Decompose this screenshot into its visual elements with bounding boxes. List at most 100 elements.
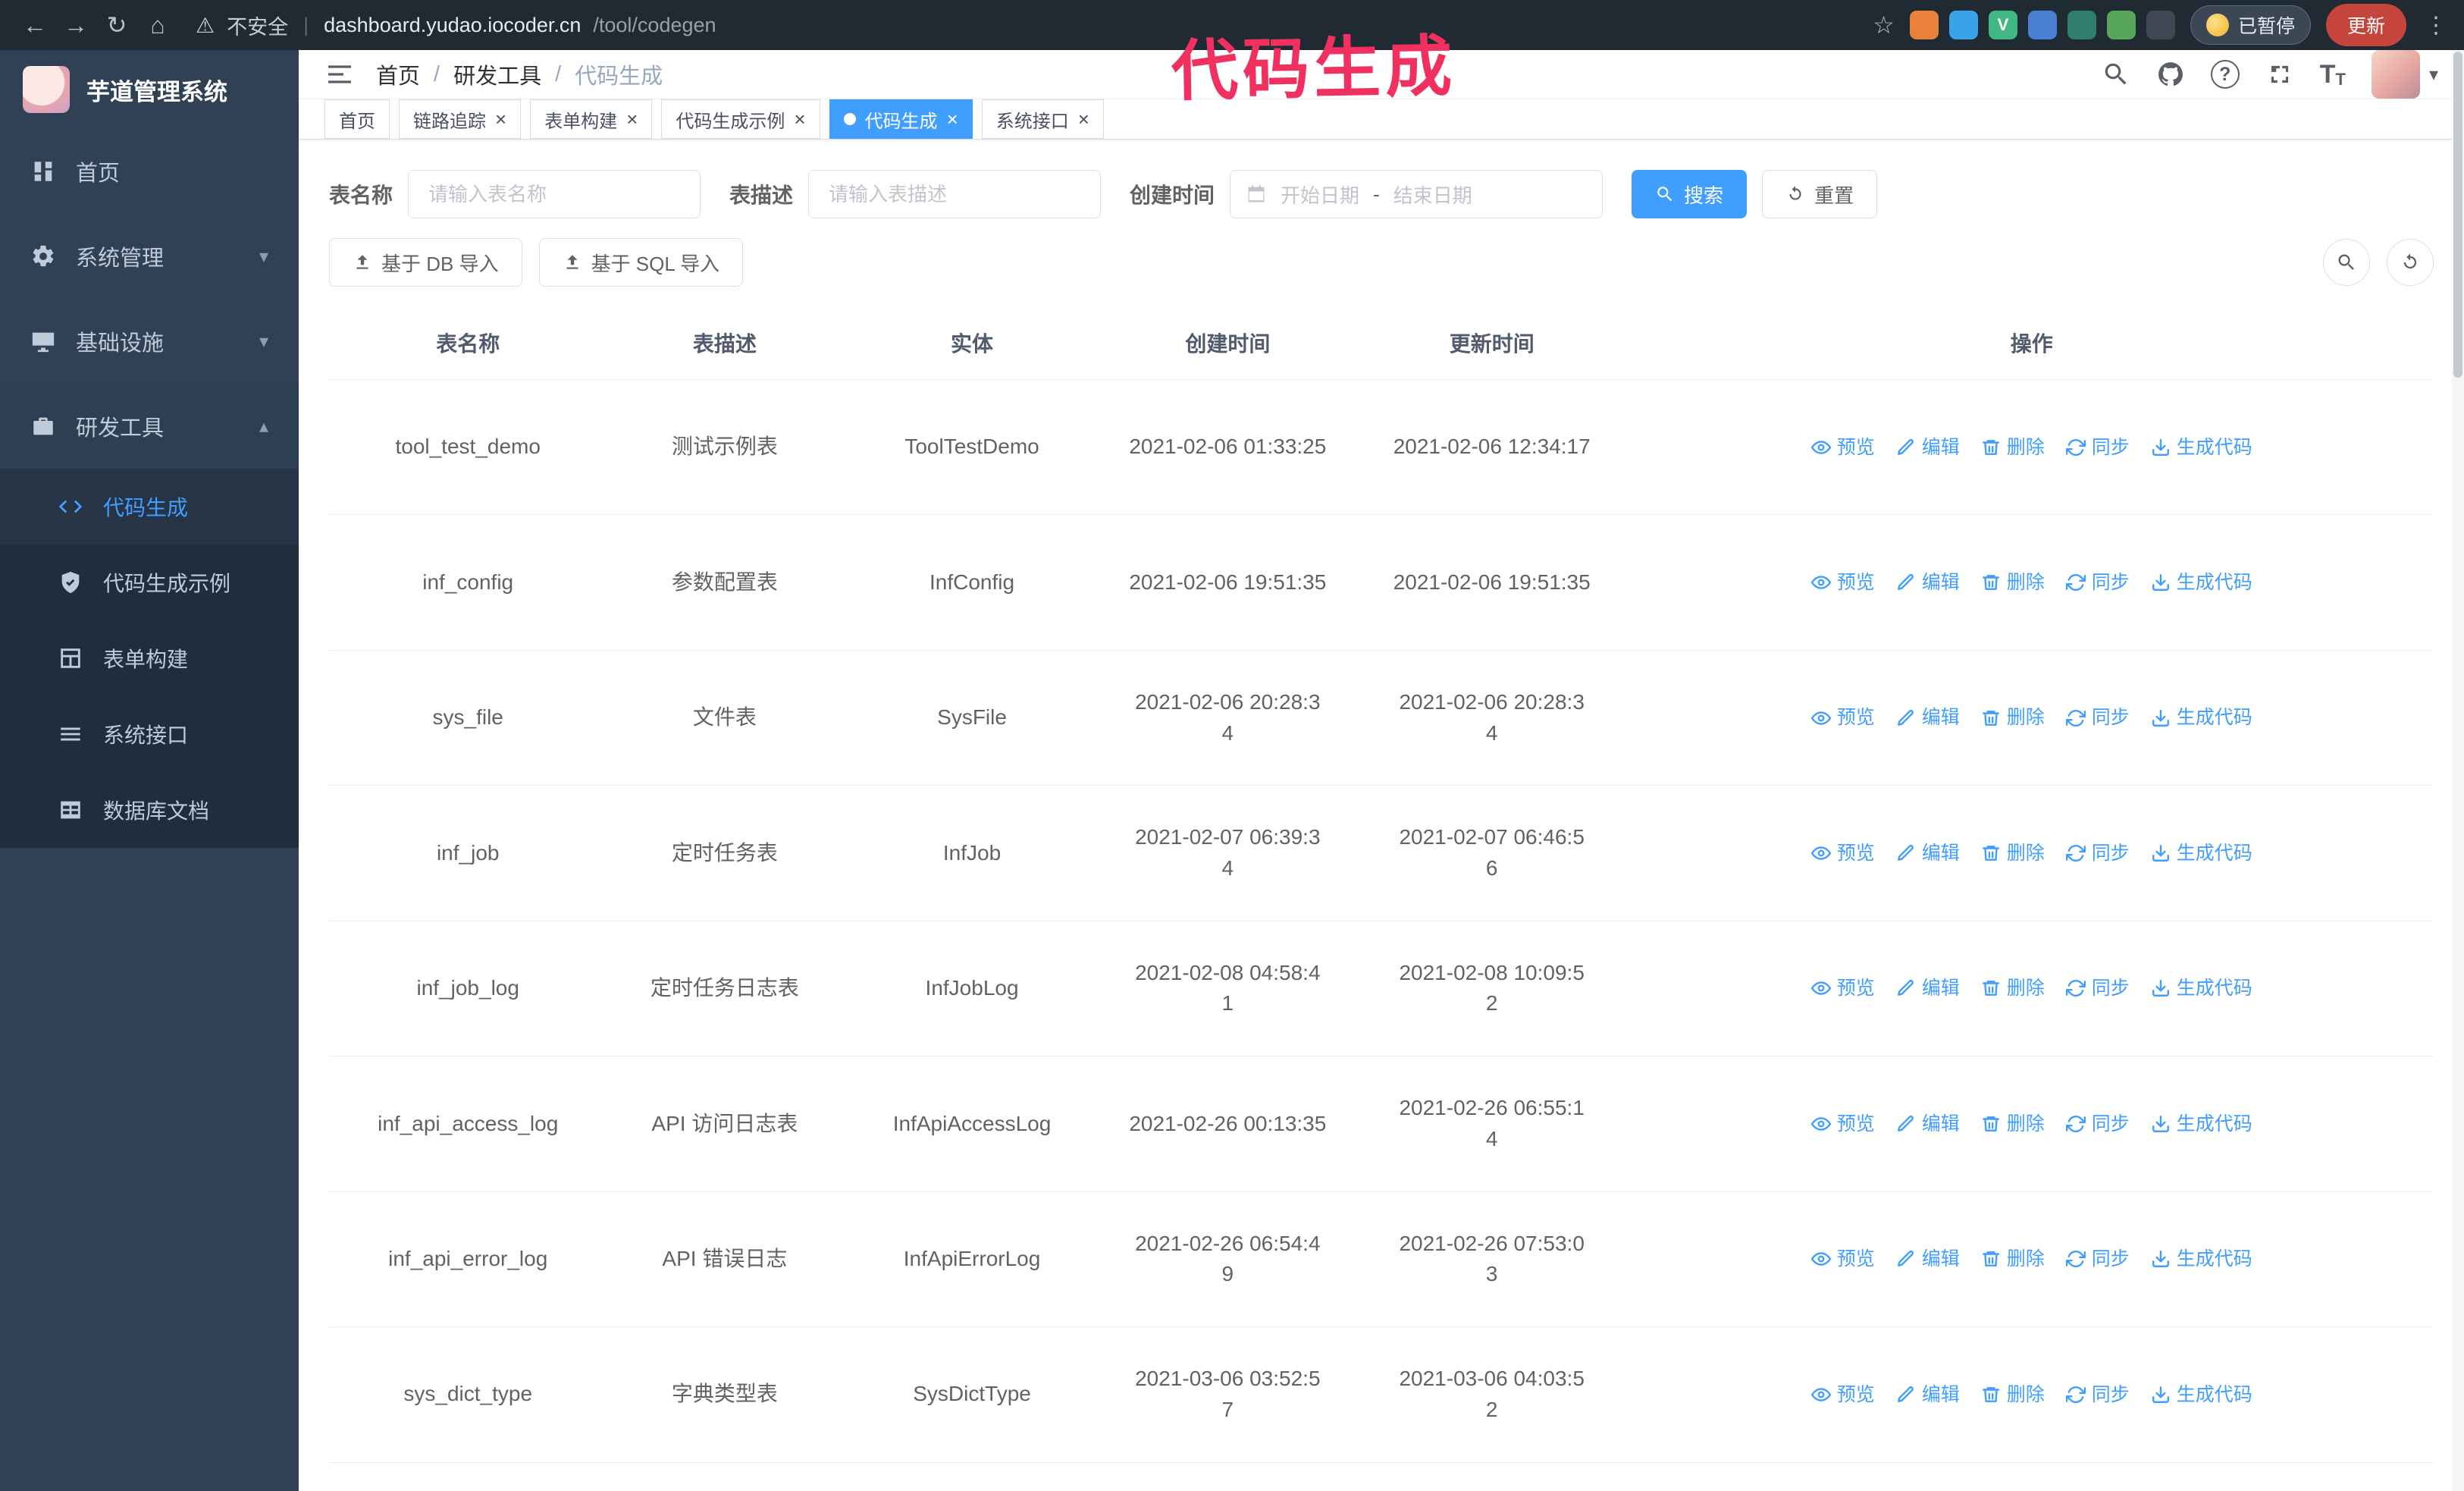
- hamburger-icon[interactable]: [324, 59, 355, 89]
- tab-codegen[interactable]: 代码生成 ×: [829, 99, 973, 139]
- breadcrumb-devtools[interactable]: 研发工具: [453, 58, 541, 90]
- close-icon[interactable]: ×: [626, 109, 638, 129]
- generate-code-link[interactable]: 生成代码: [2151, 569, 2252, 596]
- sync-link[interactable]: 同步: [2065, 1110, 2130, 1138]
- edit-link[interactable]: 编辑: [1896, 434, 1960, 461]
- search-icon[interactable]: [2102, 60, 2130, 89]
- preview-link[interactable]: 预览: [1810, 704, 1875, 731]
- sidebar-item-label: 表单构建: [103, 648, 189, 671]
- import-sql-button[interactable]: 基于 SQL 导入: [538, 238, 744, 287]
- preview-link[interactable]: 预览: [1810, 975, 1875, 1002]
- sync-link[interactable]: 同步: [2065, 840, 2130, 867]
- date-range-picker[interactable]: 开始日期 - 结束日期: [1230, 170, 1603, 218]
- preview-link[interactable]: 预览: [1810, 569, 1875, 596]
- browser-reload-icon[interactable]: ↻: [99, 7, 135, 43]
- edit-link[interactable]: 编辑: [1896, 975, 1960, 1002]
- generate-code-link[interactable]: 生成代码: [2151, 1110, 2252, 1138]
- delete-link[interactable]: 删除: [1981, 840, 2045, 867]
- sidebar-item-infra[interactable]: 基础设施 ▾: [0, 299, 299, 384]
- github-icon[interactable]: [2156, 60, 2185, 89]
- sync-link[interactable]: 同步: [2065, 434, 2130, 461]
- edit-link[interactable]: 编辑: [1896, 1381, 1960, 1408]
- close-icon[interactable]: ×: [495, 109, 506, 129]
- table-desc-input[interactable]: [808, 170, 1102, 218]
- delete-link[interactable]: 删除: [1981, 975, 2045, 1002]
- delete-link[interactable]: 删除: [1981, 1381, 2045, 1408]
- browser-forward-icon[interactable]: →: [58, 7, 94, 43]
- generate-code-link[interactable]: 生成代码: [2151, 975, 2252, 1002]
- tab-tracing[interactable]: 链路追踪 ×: [399, 99, 522, 139]
- sidebar-item-codegen[interactable]: 代码生成: [0, 469, 299, 545]
- close-icon[interactable]: ×: [794, 109, 805, 129]
- sidebar-item-home[interactable]: 首页: [0, 129, 299, 214]
- close-icon[interactable]: ×: [1078, 109, 1089, 129]
- generate-code-link[interactable]: 生成代码: [2151, 1381, 2252, 1408]
- browser-update-button[interactable]: 更新: [2325, 4, 2406, 46]
- toggle-search-button[interactable]: [2323, 239, 2370, 286]
- import-db-button[interactable]: 基于 DB 导入: [329, 238, 522, 287]
- table-name-input[interactable]: [408, 170, 701, 218]
- sidebar-item-system-api[interactable]: 系统接口: [0, 696, 299, 772]
- browser-home-icon[interactable]: ⌂: [140, 7, 176, 43]
- browser-menu-icon[interactable]: ⋮: [2425, 12, 2447, 39]
- font-size-icon[interactable]: TT: [2320, 60, 2346, 89]
- reset-button[interactable]: 重置: [1762, 170, 1878, 218]
- extension-leaf-icon[interactable]: [2106, 11, 2136, 39]
- sidebar-item-db-doc[interactable]: 数据库文档: [0, 772, 299, 848]
- preview-link[interactable]: 预览: [1810, 840, 1875, 867]
- sidebar-logo[interactable]: 芋道管理系统: [0, 50, 299, 129]
- generate-code-link[interactable]: 生成代码: [2151, 434, 2252, 461]
- edit-link[interactable]: 编辑: [1896, 1110, 1960, 1138]
- sync-link[interactable]: 同步: [2065, 1245, 2130, 1273]
- extension-puzzle-icon[interactable]: [2146, 11, 2175, 39]
- scrollbar-thumb[interactable]: [2453, 52, 2462, 378]
- tab-codegen-example[interactable]: 代码生成示例 ×: [661, 99, 820, 139]
- browser-back-icon[interactable]: ←: [17, 7, 53, 43]
- edit-link[interactable]: 编辑: [1896, 1245, 1960, 1273]
- cell-table-name: tool_test_demo: [329, 379, 607, 516]
- preview-link[interactable]: 预览: [1810, 1381, 1875, 1408]
- edit-link[interactable]: 编辑: [1896, 569, 1960, 596]
- search-button[interactable]: 搜索: [1632, 170, 1748, 218]
- extension-orange-icon[interactable]: [1909, 11, 1939, 39]
- fullscreen-icon[interactable]: [2265, 60, 2294, 89]
- logo-avatar: [23, 66, 70, 113]
- sidebar-item-devtools[interactable]: 研发工具 ▴: [0, 384, 299, 469]
- extension-grid-icon[interactable]: [2027, 11, 2057, 39]
- sidebar-item-system[interactable]: 系统管理 ▾: [0, 214, 299, 299]
- edit-link[interactable]: 编辑: [1896, 840, 1960, 867]
- preview-link[interactable]: 预览: [1810, 1245, 1875, 1273]
- preview-link[interactable]: 预览: [1810, 1110, 1875, 1138]
- sync-link[interactable]: 同步: [2065, 569, 2130, 596]
- sync-link[interactable]: 同步: [2065, 975, 2130, 1002]
- sidebar-item-form-builder[interactable]: 表单构建: [0, 620, 299, 696]
- edit-link[interactable]: 编辑: [1896, 704, 1960, 731]
- extension-drop-icon[interactable]: [1948, 11, 1978, 39]
- delete-link[interactable]: 删除: [1981, 704, 2045, 731]
- tab-home[interactable]: 首页: [324, 99, 390, 139]
- breadcrumb-home[interactable]: 首页: [376, 58, 420, 90]
- delete-link[interactable]: 删除: [1981, 569, 2045, 596]
- preview-link[interactable]: 预览: [1810, 434, 1875, 461]
- page-scrollbar[interactable]: [2452, 50, 2464, 1491]
- help-icon[interactable]: ?: [2210, 60, 2240, 89]
- user-menu[interactable]: ▾: [2371, 50, 2438, 99]
- extension-vue-devtools-icon[interactable]: V: [1988, 11, 2017, 39]
- sync-link[interactable]: 同步: [2065, 1381, 2130, 1408]
- close-icon[interactable]: ×: [947, 109, 958, 129]
- sync-link[interactable]: 同步: [2065, 704, 2130, 731]
- generate-code-link[interactable]: 生成代码: [2151, 704, 2252, 731]
- extension-teal-icon[interactable]: [2067, 11, 2096, 39]
- profile-paused-badge[interactable]: 已暂停: [2190, 5, 2311, 45]
- address-bar[interactable]: ⚠ 不安全 | dashboard.yudao.iocoder.cn/tool/…: [196, 11, 716, 40]
- generate-code-link[interactable]: 生成代码: [2151, 840, 2252, 867]
- refresh-table-button[interactable]: [2387, 239, 2434, 286]
- bookmark-star-icon[interactable]: ☆: [1873, 11, 1895, 39]
- generate-code-link[interactable]: 生成代码: [2151, 1245, 2252, 1273]
- delete-link[interactable]: 删除: [1981, 434, 2045, 461]
- tab-form-builder[interactable]: 表单构建 ×: [530, 99, 653, 139]
- tab-system-api[interactable]: 系统接口 ×: [981, 99, 1104, 139]
- sidebar-item-codegen-example[interactable]: 代码生成示例: [0, 545, 299, 620]
- delete-link[interactable]: 删除: [1981, 1245, 2045, 1273]
- delete-link[interactable]: 删除: [1981, 1110, 2045, 1138]
